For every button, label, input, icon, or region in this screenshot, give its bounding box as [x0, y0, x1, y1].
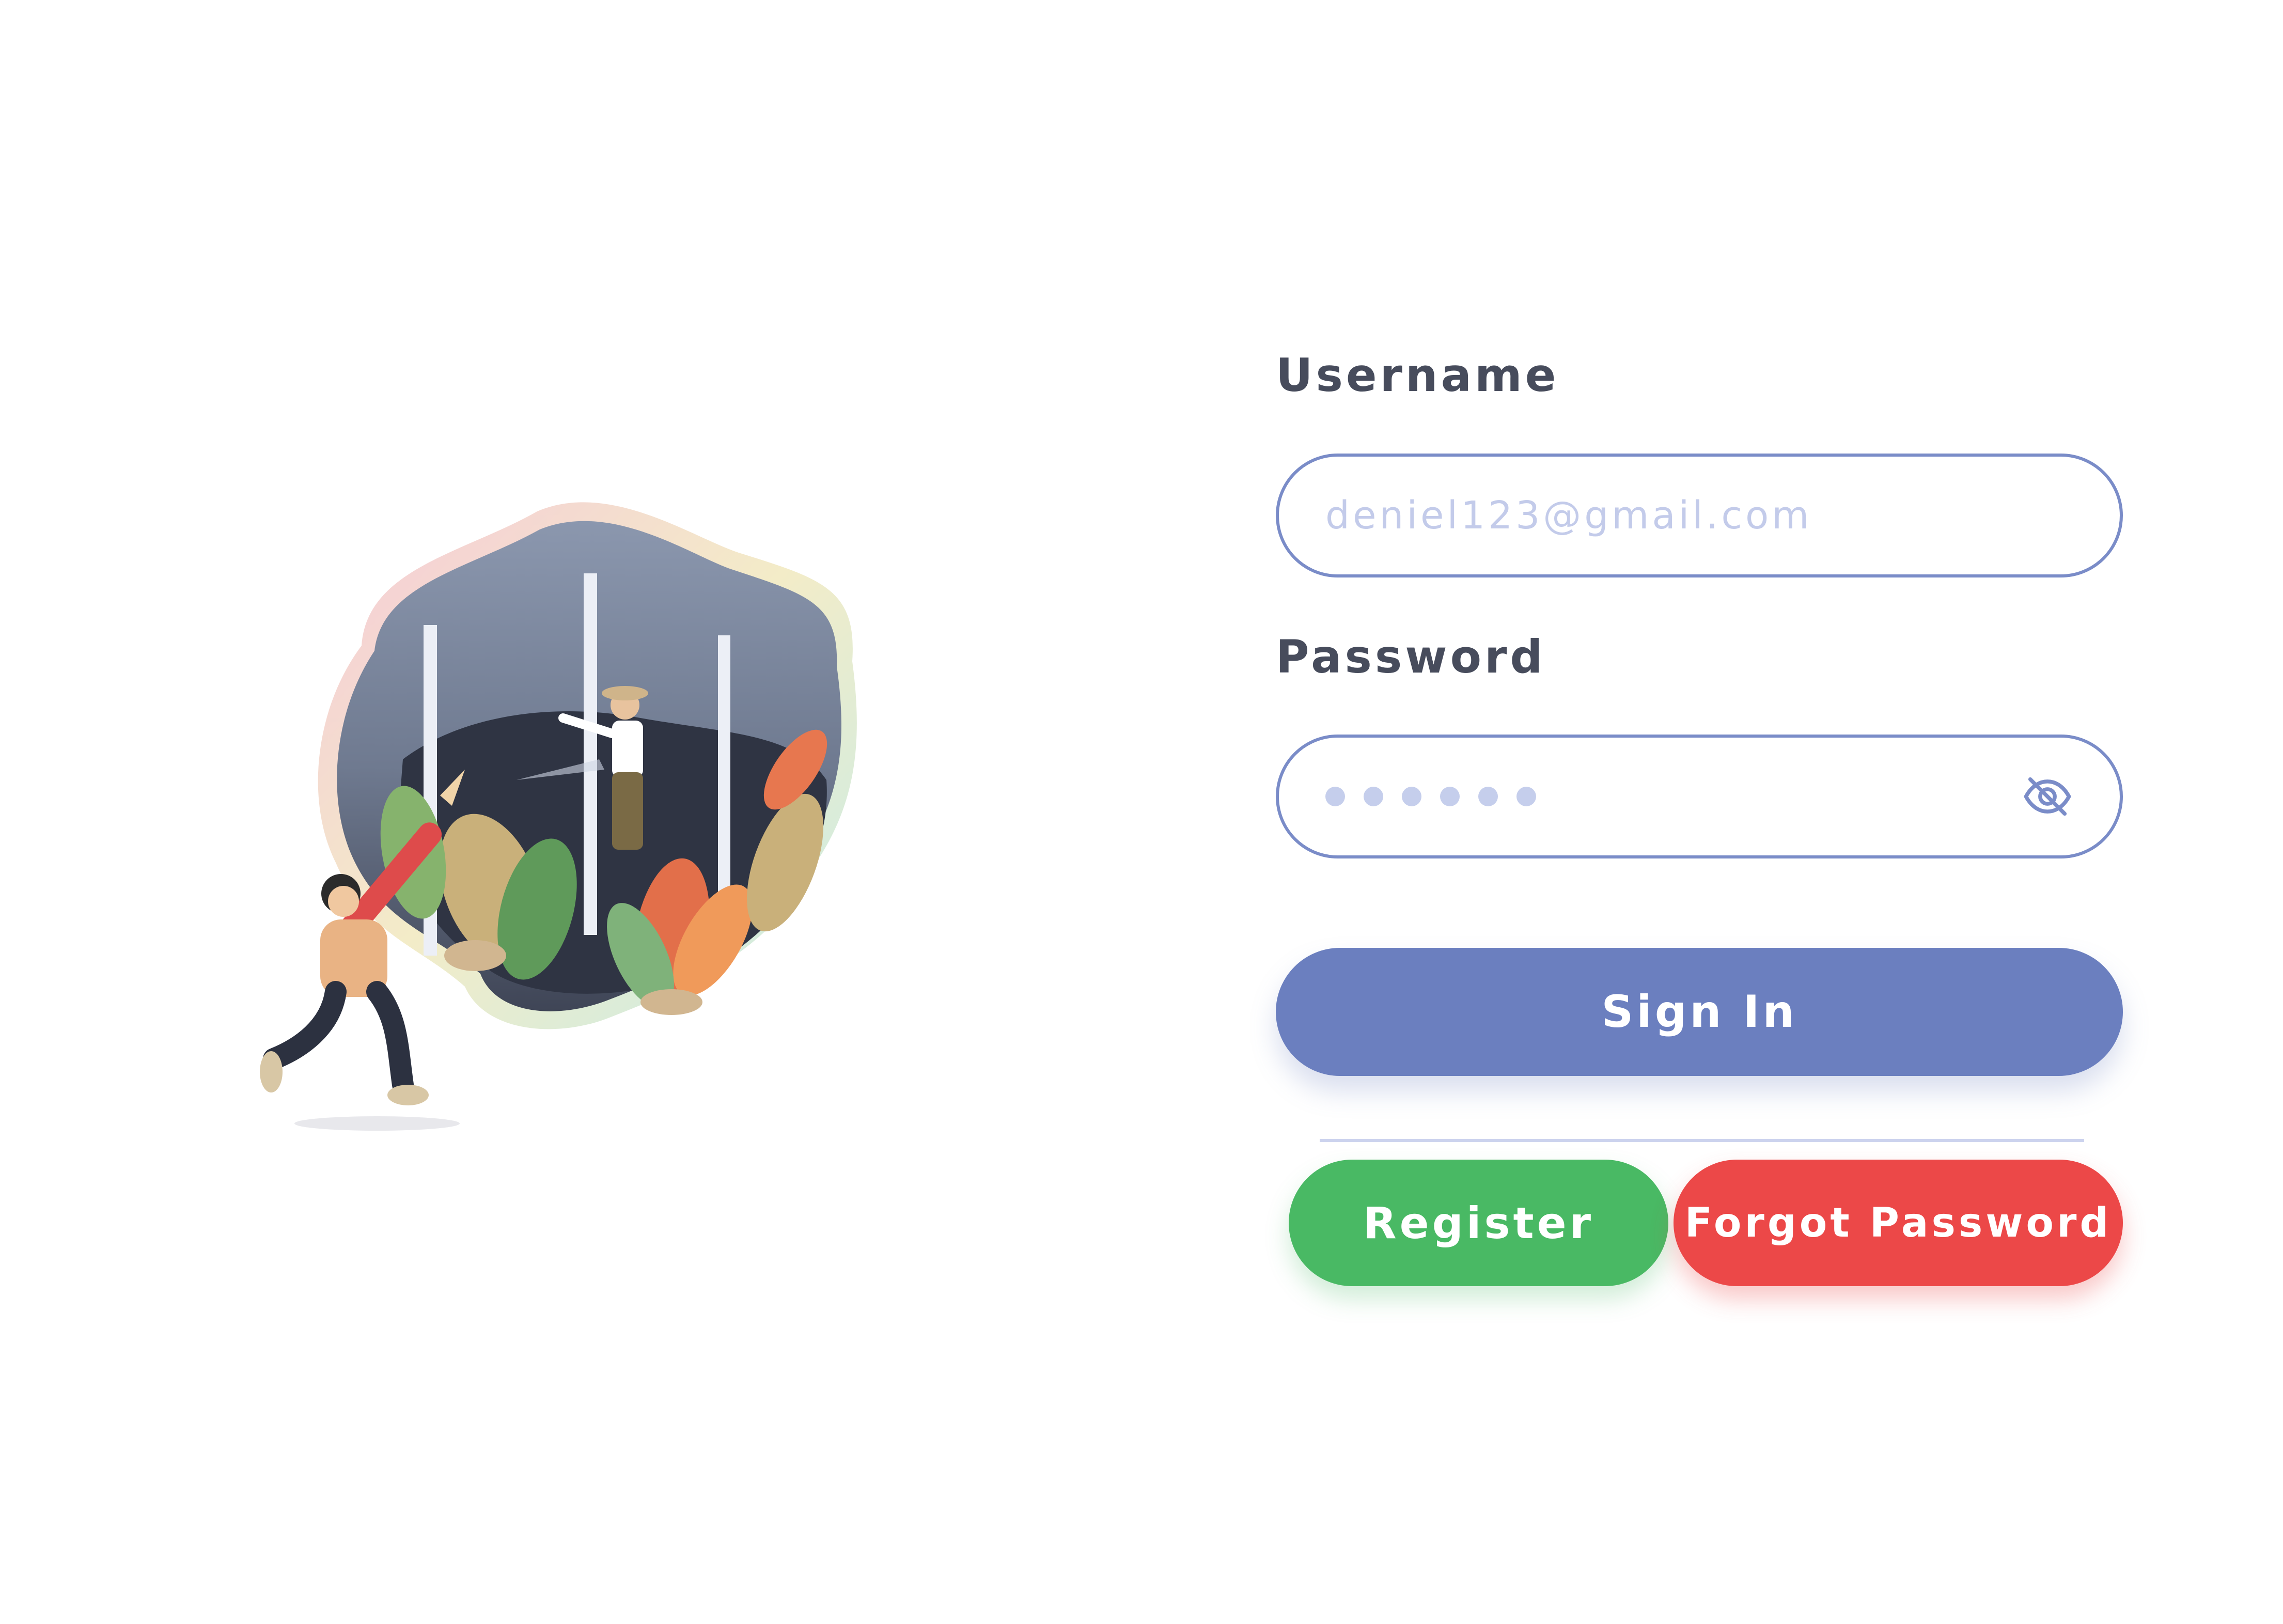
password-field[interactable] — [1276, 735, 2123, 858]
password-dot — [1440, 787, 1460, 806]
register-button[interactable]: Register — [1289, 1160, 1668, 1286]
password-dot — [1325, 787, 1345, 806]
login-form: Username Password Sign In Register Forgo… — [1276, 0, 2133, 1624]
sign-in-button[interactable]: Sign In — [1276, 948, 2123, 1076]
username-input[interactable] — [1325, 457, 1997, 574]
username-label: Username — [1276, 349, 1559, 402]
forgot-password-button[interactable]: Forgot Password — [1674, 1160, 2123, 1286]
password-dot — [1402, 787, 1421, 806]
username-field[interactable] — [1276, 454, 2123, 577]
password-mask[interactable] — [1325, 738, 1536, 855]
eye-slash-icon[interactable] — [2022, 771, 2073, 822]
password-dot — [1478, 787, 1498, 806]
password-dot — [1516, 787, 1536, 806]
forest-scene-image — [260, 502, 857, 1131]
password-label: Password — [1276, 630, 1546, 683]
password-dot — [1364, 787, 1383, 806]
divider — [1320, 1139, 2084, 1142]
login-illustration — [248, 491, 971, 1136]
